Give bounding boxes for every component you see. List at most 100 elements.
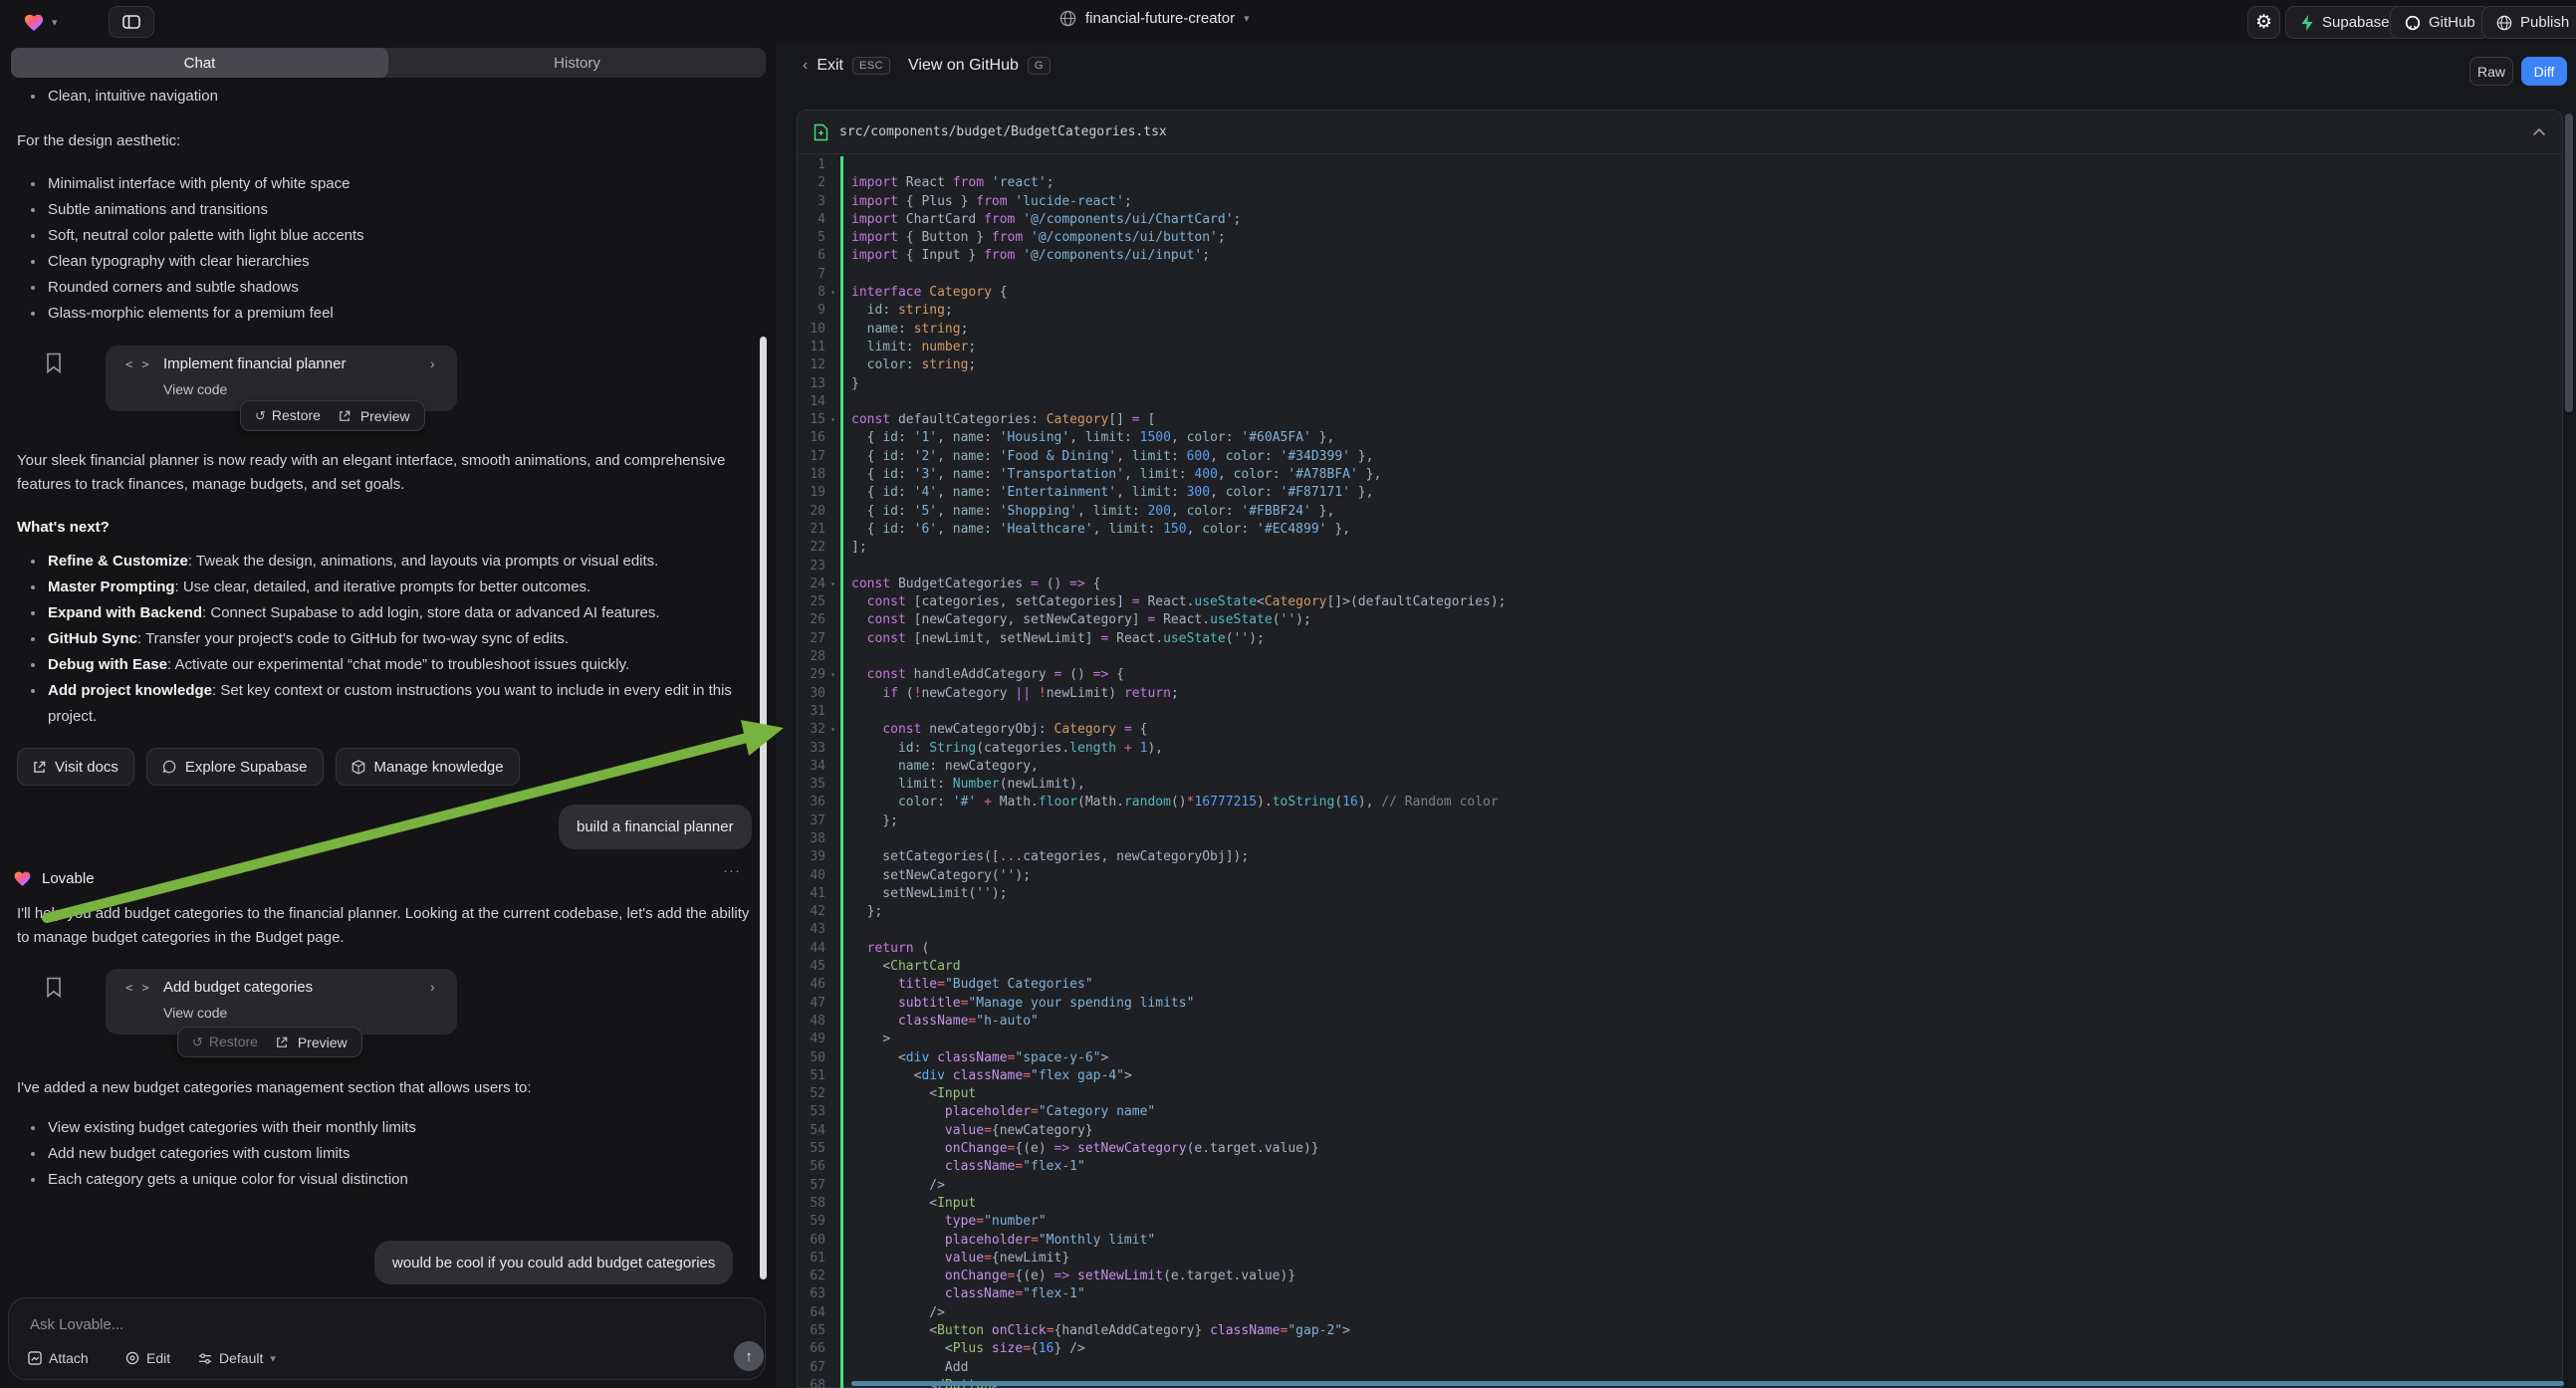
next-steps-list: Refine & Customize: Tweak the design, an… xyxy=(17,549,756,730)
fold-gutter xyxy=(825,611,840,629)
bookmark-icon[interactable] xyxy=(46,352,62,373)
view-on-github-button[interactable]: View on GitHub G xyxy=(908,57,1051,75)
code-vertical-scrollbar[interactable] xyxy=(2565,114,2573,412)
edit-button[interactable]: Edit xyxy=(125,1350,170,1366)
view-code-link[interactable]: View code xyxy=(163,381,227,397)
code-text xyxy=(840,921,2562,939)
publish-button[interactable]: Publish xyxy=(2481,6,2576,39)
line-number: 50 xyxy=(798,1049,825,1067)
line-number: 18 xyxy=(798,466,825,484)
composer-placeholder: Ask Lovable... xyxy=(30,1316,123,1333)
explore-supabase-button[interactable]: Explore Supabase xyxy=(146,748,324,786)
code-line: 11 limit: number; xyxy=(798,339,2562,356)
code-text: <div className="flex gap-4"> xyxy=(840,1067,2562,1085)
bookmark-icon[interactable] xyxy=(46,977,62,998)
code-text xyxy=(840,830,2562,848)
line-number: 47 xyxy=(798,995,825,1013)
top-bar: ▾ financial-future-creator ▾ ⚙ Supabas xyxy=(0,0,2576,44)
fold-chevron-icon[interactable]: ▾ xyxy=(825,576,840,593)
code-text: { id: '1', name: 'Housing', limit: 1500,… xyxy=(840,429,2562,447)
supabase-icon xyxy=(2300,15,2314,31)
code-line: 18 { id: '3', name: 'Transportation', li… xyxy=(798,466,2562,484)
fold-chevron-icon[interactable]: ▾ xyxy=(825,284,840,302)
sliders-icon xyxy=(198,1352,212,1365)
raw-toggle-button[interactable]: Raw xyxy=(2469,57,2513,86)
fold-gutter xyxy=(825,375,840,393)
project-switcher[interactable]: financial-future-creator ▾ xyxy=(1059,10,1250,27)
attach-button[interactable]: Attach xyxy=(28,1350,89,1366)
code-text: const [categories, setCategories] = Reac… xyxy=(840,593,2562,611)
tab-chat[interactable]: Chat xyxy=(11,48,388,78)
fold-gutter xyxy=(825,776,840,794)
supabase-button[interactable]: Supabase xyxy=(2285,6,2405,39)
lovable-menu[interactable]: ▾ xyxy=(23,12,58,32)
fold-gutter xyxy=(825,1031,840,1048)
restore-button[interactable]: ↺Restore xyxy=(255,407,321,424)
code-line: 48 className="h-auto" xyxy=(798,1013,2562,1031)
code-text: limit: Number(newLimit), xyxy=(840,776,2562,794)
assistant-paragraph: I'll help you add budget categories to t… xyxy=(17,902,756,950)
more-options-button[interactable]: ··· xyxy=(723,862,741,879)
code-line: 20 { id: '5', name: 'Shopping', limit: 2… xyxy=(798,503,2562,521)
mode-selector[interactable]: Default ▾ xyxy=(198,1350,276,1366)
fold-gutter xyxy=(825,1213,840,1231)
manage-knowledge-button[interactable]: Manage knowledge xyxy=(336,748,520,786)
send-button[interactable]: ↑ xyxy=(734,1341,764,1371)
code-icon: < > xyxy=(125,357,150,371)
fold-gutter xyxy=(825,539,840,557)
fold-chevron-icon[interactable]: ▾ xyxy=(825,721,840,739)
fold-gutter xyxy=(825,685,840,703)
fold-gutter xyxy=(825,1140,840,1158)
fold-gutter xyxy=(825,429,840,447)
view-code-link[interactable]: View code xyxy=(163,1005,227,1021)
restore-button[interactable]: ↺Restore xyxy=(192,1034,258,1050)
line-number: 5 xyxy=(798,229,825,247)
code-line: 37 }; xyxy=(798,812,2562,830)
fold-chevron-icon[interactable]: ▾ xyxy=(825,666,840,684)
code-line: 35 limit: Number(newLimit), xyxy=(798,776,2562,794)
code-text: className="flex-1" xyxy=(840,1285,2562,1303)
tab-history[interactable]: History xyxy=(388,48,766,78)
line-number: 10 xyxy=(798,321,825,339)
fold-gutter xyxy=(825,830,840,848)
list-item: Clean typography with clear hierarchies xyxy=(17,249,754,275)
preview-button[interactable]: Preview xyxy=(339,408,410,424)
file-path: src/components/budget/BudgetCategories.t… xyxy=(839,124,2521,139)
fold-chevron-icon[interactable]: ▾ xyxy=(825,411,840,429)
settings-button[interactable]: ⚙ xyxy=(2247,6,2280,39)
code-text: interface Category { xyxy=(840,284,2562,302)
code-horizontal-scrollbar[interactable] xyxy=(851,1381,2564,1386)
fold-gutter xyxy=(825,593,840,611)
version-toolbar: ↺Restore Preview xyxy=(240,400,425,431)
diff-toggle-button[interactable]: Diff xyxy=(2521,57,2567,86)
gear-icon: ⚙ xyxy=(2255,11,2272,34)
code-line: 66 <Plus size={16} /> xyxy=(798,1340,2562,1358)
code-editor[interactable]: 1 2import React from 'react';3import { P… xyxy=(798,156,2562,1388)
file-diff-card: src/components/budget/BudgetCategories.t… xyxy=(797,110,2563,1388)
preview-button[interactable]: Preview xyxy=(276,1035,348,1050)
assistant-header: Lovable xyxy=(13,869,95,887)
code-line: 24▾const BudgetCategories = () => { xyxy=(798,576,2562,593)
line-number: 16 xyxy=(798,429,825,447)
code-line: 56 className="flex-1" xyxy=(798,1158,2562,1176)
version-card-add-budget-categories[interactable]: < > Add budget categories › View code xyxy=(106,969,457,1035)
sidebar-toggle-button[interactable] xyxy=(109,6,154,38)
github-button[interactable]: GitHub xyxy=(2390,6,2490,39)
chat-composer[interactable]: Ask Lovable... Attach Edit Default ▾ ↑ xyxy=(8,1297,766,1380)
supabase-label: Supabase xyxy=(2322,14,2390,31)
code-text: id: String(categories.length + 1), xyxy=(840,740,2562,758)
line-number: 42 xyxy=(798,903,825,921)
exit-button[interactable]: ‹ Exit ESC xyxy=(803,57,890,75)
fold-gutter xyxy=(825,356,840,374)
line-number: 14 xyxy=(798,393,825,411)
fold-gutter xyxy=(825,558,840,576)
line-number: 35 xyxy=(798,776,825,794)
chat-scrollbar[interactable] xyxy=(760,337,767,1279)
fold-gutter xyxy=(825,1285,840,1303)
code-line: 60 placeholder="Monthly limit" xyxy=(798,1232,2562,1250)
code-line: 13} xyxy=(798,375,2562,393)
file-header[interactable]: src/components/budget/BudgetCategories.t… xyxy=(798,111,2562,154)
code-text: setNewLimit(''); xyxy=(840,885,2562,903)
collapse-chevron-up-icon[interactable] xyxy=(2532,127,2546,136)
visit-docs-button[interactable]: Visit docs xyxy=(17,748,134,786)
